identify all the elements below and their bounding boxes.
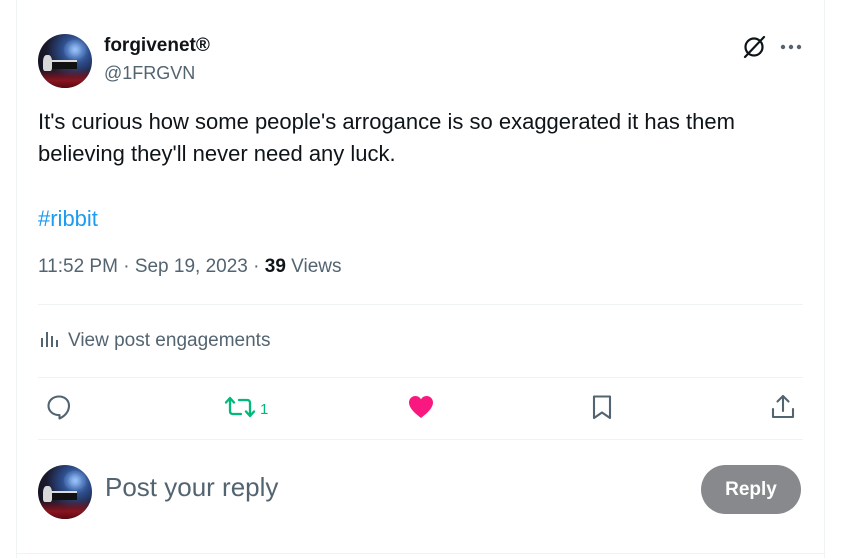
divider [38,439,803,440]
like-action-button[interactable] [406,394,436,424]
avatar-glow [63,471,86,491]
avatar-piano [47,490,78,501]
view-engagements-link[interactable]: View post engagements [38,327,270,355]
avatar-stage [38,69,92,88]
reply-input[interactable]: Post your reply [105,472,278,503]
hashtag-link[interactable]: #ribbit [38,203,98,235]
current-user-avatar[interactable] [38,465,92,519]
divider [38,377,803,378]
retweet-icon [224,392,256,427]
views-count: 39 [264,256,286,277]
tweet-date[interactable]: Sep 19, 2023 [135,256,248,277]
avatar-pianist [43,485,53,502]
tweet-meta: 11:52 PM · Sep 19, 2023 · 39 Views [38,256,342,278]
avatar-glow [63,40,86,60]
frame-border-bottom [16,553,825,554]
tweet-text: It's curious how some people's arrogance… [38,109,735,166]
more-horizontal-icon[interactable] [777,34,805,60]
avatar-stage [38,500,92,519]
frame-border-left [16,0,17,558]
tweet-time[interactable]: 11:52 PM [38,256,118,277]
reply-submit-button[interactable]: Reply [701,465,801,514]
engagements-label: View post engagements [68,330,271,351]
author-display-name[interactable]: forgivenet® [104,35,210,57]
reply-action-button[interactable] [44,394,74,424]
grok-icon[interactable] [741,34,767,60]
meta-separator: · [123,256,130,277]
share-action-button[interactable] [768,394,798,424]
meta-separator: · [253,256,260,277]
heart-icon [406,392,436,427]
bookmark-icon [588,392,616,427]
retweet-count: 1 [260,400,269,418]
author-avatar[interactable] [38,34,92,88]
comment-bubble-icon [44,392,74,427]
analytics-bars-icon [38,328,60,355]
retweet-action-button[interactable]: 1 [224,394,268,424]
divider [38,304,803,305]
avatar-pianist [43,54,53,71]
frame-border-right [824,0,825,558]
avatar-piano [47,59,78,70]
bookmark-action-button[interactable] [588,394,616,424]
views-label: Views [291,256,342,277]
share-upload-icon [768,392,798,427]
author-handle[interactable]: @1FRGVN [104,63,195,84]
